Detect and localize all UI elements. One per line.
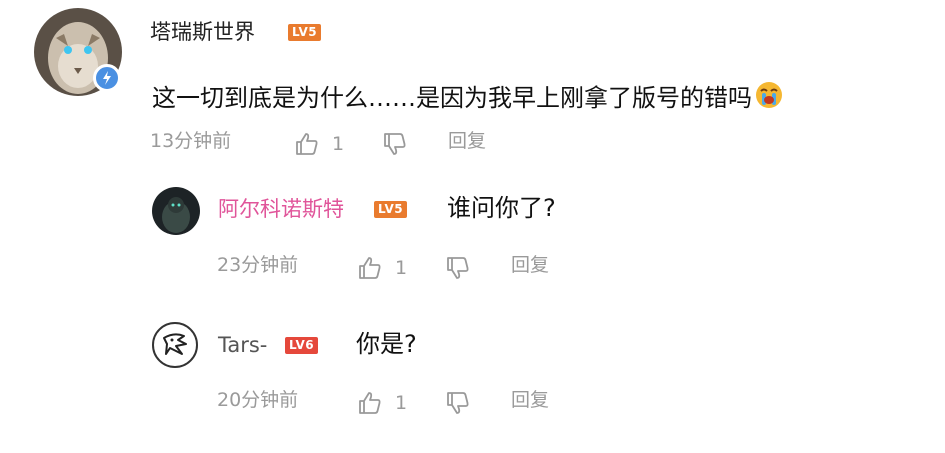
level-badge: LV5 <box>374 201 408 218</box>
verified-icon <box>93 64 121 92</box>
dislike-button[interactable] <box>382 132 408 156</box>
thumbs-down-icon <box>445 256 471 280</box>
thumbs-up-icon <box>294 132 320 156</box>
timestamp: 13分钟前 <box>150 130 232 152</box>
comment-text: 这一切到底是为什么……是因为我早上刚拿了版号的错吗 <box>152 84 752 112</box>
like-button[interactable]: 1 <box>357 256 407 280</box>
thumbs-up-icon <box>357 391 383 415</box>
comment-meta: 23分钟前 1 回复 <box>217 256 617 280</box>
thumbs-down-icon <box>445 391 471 415</box>
like-count: 1 <box>395 391 408 414</box>
username[interactable]: 阿尔科诺斯特 <box>218 199 344 220</box>
reply-button[interactable]: 回复 <box>511 256 549 275</box>
like-count: 1 <box>332 132 345 155</box>
comment-meta: 20分钟前 1 回复 <box>217 391 617 415</box>
comment-body: 这一切到底是为什么……是因为我早上刚拿了版号的错吗 <box>152 80 784 114</box>
thumbs-up-icon <box>357 256 383 280</box>
comment-text: 你是? <box>356 330 417 358</box>
username[interactable]: 塔瑞斯世界 <box>150 22 255 43</box>
dislike-button[interactable] <box>445 256 471 280</box>
avatar[interactable] <box>152 187 200 235</box>
dislike-button[interactable] <box>445 391 471 415</box>
thumbs-down-icon <box>382 132 408 156</box>
comment-thread: 塔瑞斯世界 LV5 这一切到底是为什么……是因为我早上刚拿了版号的错吗 13分钟… <box>0 0 945 453</box>
like-count: 1 <box>395 256 408 279</box>
comment-meta: 13分钟前 1 回复 <box>150 132 550 156</box>
like-button[interactable]: 1 <box>357 391 407 415</box>
crying-face-icon <box>754 80 784 114</box>
comment-text: 谁问你了? <box>447 194 556 222</box>
username[interactable]: Tars- <box>218 335 267 356</box>
reply-button[interactable]: 回复 <box>511 391 549 410</box>
level-badge: LV5 <box>288 24 322 41</box>
level-badge: LV6 <box>285 337 319 354</box>
timestamp: 20分钟前 <box>217 389 299 411</box>
like-button[interactable]: 1 <box>294 132 344 156</box>
avatar[interactable] <box>152 322 198 368</box>
timestamp: 23分钟前 <box>217 254 299 276</box>
reply-button[interactable]: 回复 <box>448 132 486 151</box>
